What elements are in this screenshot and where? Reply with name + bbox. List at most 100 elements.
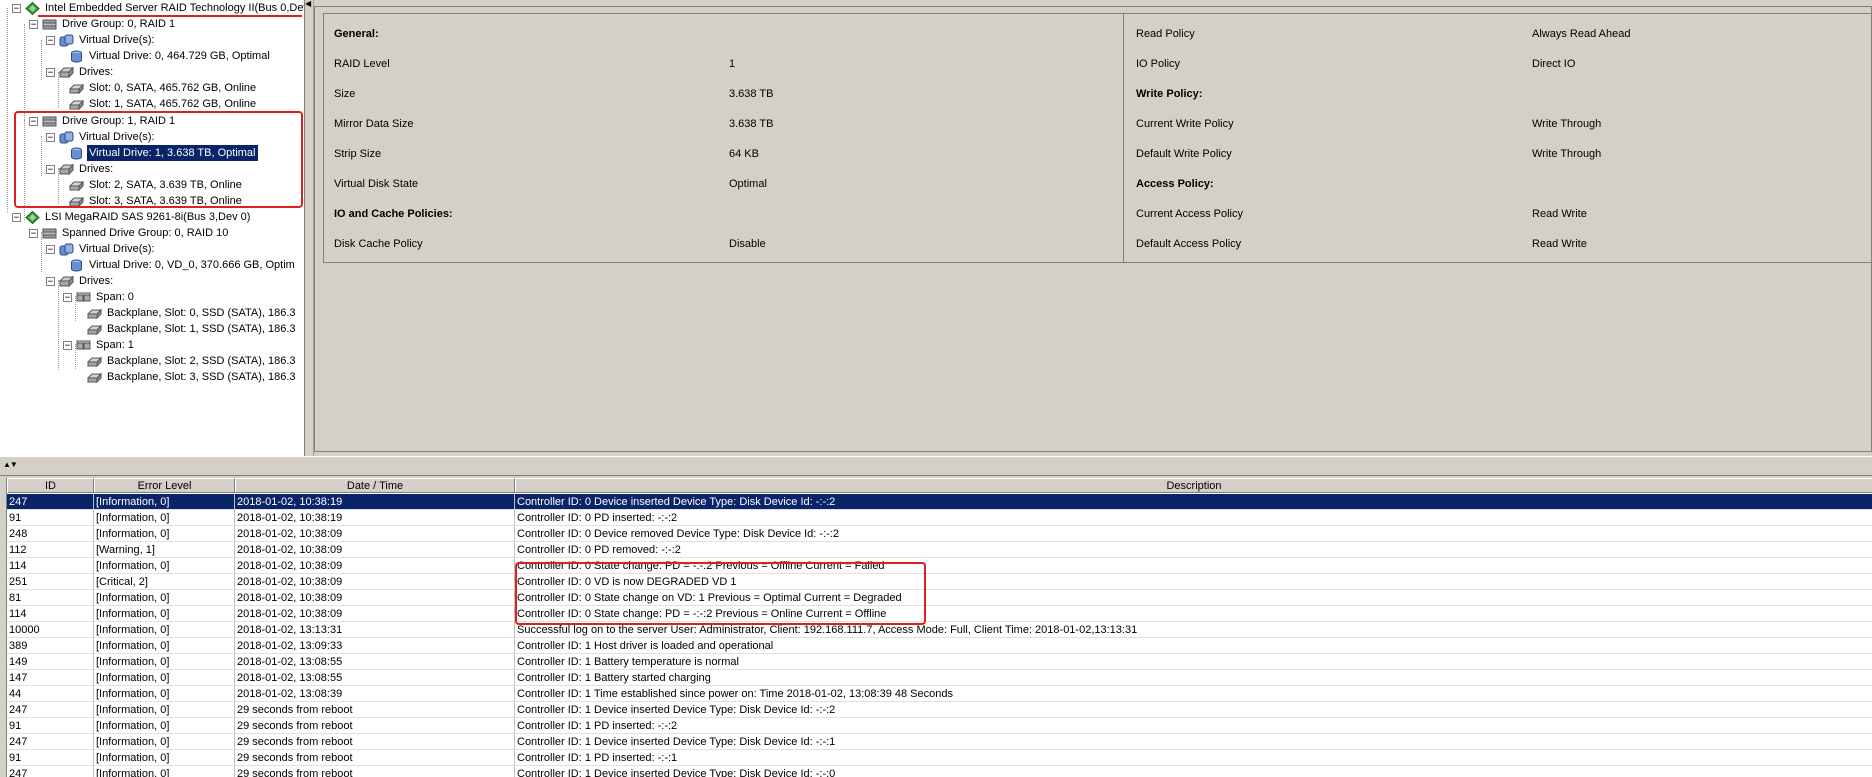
table-row[interactable]: 247 [Information, 0] 29 seconds from reboo… — [7, 734, 1872, 750]
drives-icon — [58, 163, 75, 176]
tree-node[interactable]: Backplane, Slot: 3, SSD (SATA), 186.3 — [86, 369, 298, 385]
tree-node[interactable]: Backplane, Slot: 1, SSD (SATA), 186.3 — [86, 321, 298, 337]
device-tree-panel[interactable]: Intel Embedded Server RAID Technology II… — [0, 0, 305, 456]
table-row[interactable]: 389 [Information, 0] 2018-01-02, 13:09:33 C… — [7, 638, 1872, 654]
tree-node[interactable]: Spanned Drive Group: 0, RAID 10 — [29, 225, 230, 241]
column-header[interactable]: Date / Time — [235, 478, 515, 493]
table-row[interactable]: 44 [Information, 0] 2018-01-02, 13:08:39 Co… — [7, 686, 1872, 702]
table-cell: 114 — [7, 558, 94, 574]
tree-node-label[interactable]: Drive Group: 0, RAID 1 — [60, 16, 177, 32]
tree-node[interactable]: Slot: 0, SATA, 465.762 GB, Online — [68, 80, 258, 96]
tree-node[interactable]: Slot: 3, SATA, 3.639 TB, Online — [68, 193, 244, 209]
table-row[interactable]: 247 [Information, 0] 2018-01-02, 10:38:19 C… — [7, 494, 1872, 510]
table-row[interactable]: 247 [Information, 0] 29 seconds from reboo… — [7, 766, 1872, 777]
tree-node-label[interactable]: Slot: 1, SATA, 465.762 GB, Online — [87, 96, 258, 112]
tree-node[interactable]: Span: 0 — [63, 289, 136, 305]
table-row[interactable]: 112 [Warning, 1] 2018-01-02, 10:38:09 Contr… — [7, 542, 1872, 558]
property-row: Disk Cache Policy Disable — [334, 236, 1034, 252]
collapse-toggle-icon[interactable] — [12, 3, 21, 13]
collapse-toggle-icon[interactable] — [46, 35, 55, 45]
table-row[interactable]: 91 [Information, 0] 29 seconds from reboot… — [7, 718, 1872, 734]
collapse-toggle-icon[interactable] — [12, 212, 21, 222]
tree-node-label[interactable]: Drive Group: 1, RAID 1 — [60, 113, 177, 129]
tree-node[interactable]: Virtual Drive(s): — [46, 129, 157, 145]
collapse-toggle-icon[interactable] — [63, 340, 72, 350]
tree-node[interactable]: Slot: 1, SATA, 465.762 GB, Online — [68, 96, 258, 112]
property-label: Default Access Policy — [1136, 238, 1242, 250]
tree-node-label[interactable]: Span: 1 — [94, 337, 136, 353]
properties-panel: General: RAID Level 1 Size 3.638 TB Mirror Da… — [314, 6, 1872, 452]
tree-node[interactable]: Drive Group: 0, RAID 1 — [29, 16, 177, 32]
column-header[interactable]: ID — [7, 478, 94, 493]
tree-node-label[interactable]: LSI MegaRAID SAS 9261-8i(Bus 3,Dev 0) — [43, 209, 252, 225]
table-row[interactable]: 114 [Information, 0] 2018-01-02, 10:38:09 C… — [7, 606, 1872, 622]
collapse-toggle-icon[interactable] — [46, 244, 55, 254]
tree-node[interactable]: Slot: 2, SATA, 3.639 TB, Online — [68, 177, 244, 193]
column-header[interactable]: Description — [515, 478, 1872, 493]
table-row[interactable]: 91 [Information, 0] 29 seconds from reboot… — [7, 750, 1872, 766]
tree-node-label[interactable]: Virtual Drive(s): — [77, 32, 157, 48]
tree-node-label[interactable]: Drives: — [77, 273, 115, 289]
tree-node-label[interactable]: Slot: 0, SATA, 465.762 GB, Online — [87, 80, 258, 96]
table-cell: 29 seconds from reboot — [235, 750, 515, 766]
table-row[interactable]: 247 [Information, 0] 29 seconds from reboo… — [7, 702, 1872, 718]
tree-node-label[interactable]: Virtual Drive(s): — [77, 129, 157, 145]
collapse-toggle-icon[interactable] — [46, 132, 55, 142]
table-row[interactable]: 147 [Information, 0] 2018-01-02, 13:08:55 C… — [7, 670, 1872, 686]
log-header-row: ID Error Level Date / Time Description — [7, 478, 1872, 493]
table-row[interactable]: 248 [Information, 0] 2018-01-02, 10:38:09 C… — [7, 526, 1872, 542]
collapse-toggle-icon[interactable] — [29, 116, 38, 126]
tree-node[interactable]: Intel Embedded Server RAID Technology II… — [12, 0, 304, 16]
column-header[interactable]: Error Level — [94, 478, 235, 493]
tree-node[interactable]: Backplane, Slot: 2, SSD (SATA), 186.3 — [86, 353, 298, 369]
collapse-toggle-icon[interactable] — [46, 276, 55, 286]
tree-node-label[interactable]: Virtual Drive: 1, 3.638 TB, Optimal — [86, 144, 259, 162]
collapse-toggle-icon[interactable] — [46, 67, 55, 77]
tree-node-label[interactable]: Backplane, Slot: 2, SSD (SATA), 186.3 — [105, 353, 298, 369]
table-row[interactable]: 251 [Critical, 2] 2018-01-02, 10:38:09 Cont… — [7, 574, 1872, 590]
tree-node-label[interactable]: Backplane, Slot: 0, SSD (SATA), 186.3 — [105, 305, 298, 321]
tree-node-label[interactable]: Virtual Drive: 0, 464.729 GB, Optimal — [87, 48, 272, 64]
tree-node-label[interactable]: Virtual Drive: 0, VD_0, 370.666 GB, Opti… — [87, 257, 297, 273]
tree-node[interactable]: LSI MegaRAID SAS 9261-8i(Bus 3,Dev 0) — [12, 209, 252, 225]
table-row[interactable]: 114 [Information, 0] 2018-01-02, 10:38:09 C… — [7, 558, 1872, 574]
collapse-toggle-icon[interactable] — [29, 228, 38, 238]
tree-node[interactable]: Drive Group: 1, RAID 1 — [29, 113, 177, 129]
tree-node[interactable]: Virtual Drive(s): — [46, 241, 157, 257]
table-cell: Controller ID: 1 PD inserted: -:-:2 — [515, 718, 1872, 734]
collapse-toggle-icon[interactable] — [63, 292, 72, 302]
tree-node[interactable]: Span: 1 — [63, 337, 136, 353]
collapse-toggle-icon[interactable] — [29, 19, 38, 29]
span-icon — [76, 339, 91, 352]
vertical-splitter[interactable]: ◀ — [305, 0, 314, 456]
tree-node-label[interactable]: Drives: — [77, 64, 115, 80]
tree-node-label[interactable]: Slot: 3, SATA, 3.639 TB, Online — [87, 193, 244, 209]
tree-node[interactable]: Virtual Drive(s): — [46, 32, 157, 48]
tree-node[interactable]: Virtual Drive: 0, 464.729 GB, Optimal — [69, 48, 272, 64]
tree-node-label[interactable]: Backplane, Slot: 1, SSD (SATA), 186.3 — [105, 321, 298, 337]
collapse-toggle-icon[interactable] — [46, 164, 55, 174]
tree-node[interactable]: Drives: — [46, 161, 115, 177]
tree-node-label[interactable]: Drives: — [77, 161, 115, 177]
tree-node[interactable]: Virtual Drive: 1, 3.638 TB, Optimal — [69, 144, 259, 162]
tree-node[interactable]: Drives: — [46, 273, 115, 289]
tree-node-label[interactable]: Span: 0 — [94, 289, 136, 305]
tree-node-label[interactable]: Intel Embedded Server RAID Technology II… — [43, 0, 304, 16]
table-row[interactable]: 91 [Information, 0] 2018-01-02, 10:38:19 Co… — [7, 510, 1872, 526]
table-row[interactable]: 149 [Information, 0] 2018-01-02, 13:08:55 C… — [7, 654, 1872, 670]
property-row: Current Access Policy Read Write — [1136, 206, 1836, 222]
tree-node[interactable]: Virtual Drive: 0, VD_0, 370.666 GB, Opti… — [69, 257, 297, 273]
tree-node[interactable]: Drives: — [46, 64, 115, 80]
tree-node-label[interactable]: Spanned Drive Group: 0, RAID 10 — [60, 225, 230, 241]
tree-node-label[interactable]: Slot: 2, SATA, 3.639 TB, Online — [87, 177, 244, 193]
table-row[interactable]: 81 [Information, 0] 2018-01-02, 10:38:09 Co… — [7, 590, 1872, 606]
tree-node-label[interactable]: Virtual Drive(s): — [77, 241, 157, 257]
horizontal-splitter[interactable]: ▲▼ — [0, 456, 1872, 476]
splitter-arrows-icon[interactable]: ▲▼ — [3, 461, 18, 469]
table-row[interactable]: 10000 [Information, 0] 2018-01-02, 13:13:3… — [7, 622, 1872, 638]
event-log-table[interactable]: ID Error Level Date / Time Description 247[… — [6, 478, 1872, 777]
span-icon — [76, 291, 91, 304]
tree-node-label[interactable]: Backplane, Slot: 3, SSD (SATA), 186.3 — [105, 369, 298, 385]
collapse-arrow-icon[interactable]: ◀ — [305, 0, 311, 8]
tree-node[interactable]: Backplane, Slot: 0, SSD (SATA), 186.3 — [86, 305, 298, 321]
